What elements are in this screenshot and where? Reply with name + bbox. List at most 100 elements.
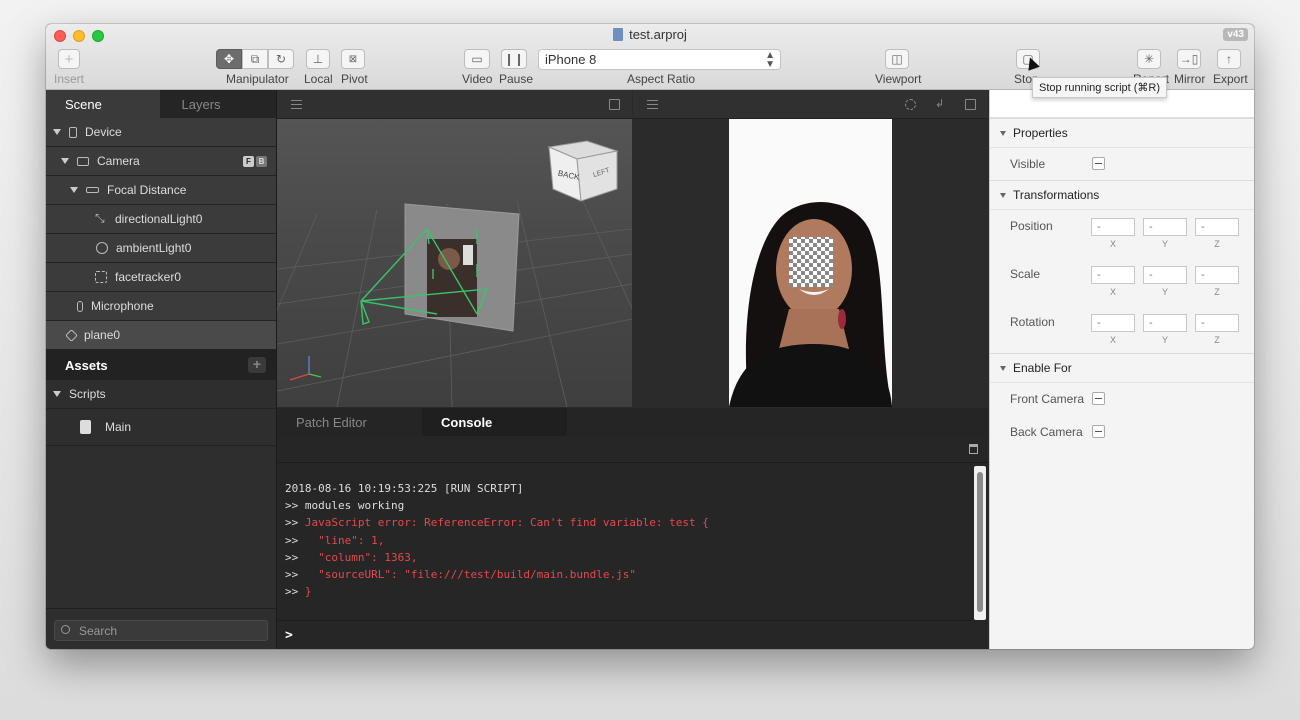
- microphone-icon: [77, 300, 83, 312]
- rotation-y-field[interactable]: -: [1143, 314, 1187, 332]
- scale-z-field[interactable]: -: [1195, 266, 1239, 284]
- scene-viewport[interactable]: BACK LEFT: [277, 119, 632, 407]
- directional-light-icon: ⤡: [95, 211, 105, 225]
- position-y-field[interactable]: -: [1143, 218, 1187, 236]
- log-line: 2018-08-16 10:19:53:225 [RUN SCRIPT]: [285, 482, 524, 495]
- aspect-ratio-label: Aspect Ratio: [627, 72, 696, 86]
- axis-y-label: Y: [1161, 287, 1168, 297]
- expand-icon[interactable]: [965, 99, 976, 110]
- search-input[interactable]: Search: [54, 620, 268, 641]
- video-label: Video: [462, 72, 493, 86]
- disclosure-triangle-icon: [53, 391, 61, 397]
- add-asset-button[interactable]: +: [248, 357, 266, 373]
- back-camera-label: Back Camera: [1010, 425, 1083, 439]
- enable-for-section-header[interactable]: Enable For: [990, 353, 1254, 383]
- mirror-button[interactable]: →▯: [1177, 49, 1201, 69]
- trash-icon[interactable]: [969, 444, 978, 454]
- rotation-label: Rotation: [1010, 315, 1055, 329]
- tree-item-device[interactable]: Device: [46, 118, 276, 147]
- viewport-button[interactable]: ◫: [885, 49, 909, 69]
- tree-item-scripts[interactable]: Scripts: [46, 380, 276, 409]
- log-line-error: >> "column": 1363,: [285, 550, 418, 564]
- rotate-tool-button[interactable]: ↻: [268, 49, 294, 69]
- refresh-icon[interactable]: [905, 99, 916, 110]
- disclosure-triangle-icon: [1000, 192, 1006, 198]
- back-camera-badge: B: [256, 156, 267, 167]
- tree-item-facetracker[interactable]: facetracker0: [46, 263, 276, 292]
- pivot-icon: ⊠: [348, 53, 358, 65]
- export-button[interactable]: ↑: [1217, 49, 1241, 69]
- video-button[interactable]: ▭: [464, 49, 490, 69]
- front-camera-badge: F: [243, 156, 254, 167]
- version-badge: v43: [1223, 28, 1248, 41]
- console-panel: 2018-08-16 10:19:53:225 [RUN SCRIPT] >> m…: [277, 436, 988, 649]
- log-line-error: >> "line": 1,: [285, 533, 385, 547]
- tree-item-camera[interactable]: Camera F B: [46, 147, 276, 176]
- rotation-z-field[interactable]: -: [1195, 314, 1239, 332]
- scene-grid: BACK LEFT: [277, 140, 632, 407]
- phone-icon: [69, 126, 77, 138]
- tree-item-plane[interactable]: plane0: [46, 321, 276, 350]
- tree-item-focal-distance[interactable]: Focal Distance: [46, 176, 276, 205]
- tab-scene[interactable]: Scene: [46, 90, 160, 118]
- position-z-field[interactable]: -: [1195, 218, 1239, 236]
- visible-checkbox[interactable]: [1092, 157, 1105, 170]
- tree-item-microphone[interactable]: Microphone: [46, 292, 276, 321]
- device-select[interactable]: iPhone 8 ▲ ▼: [538, 49, 781, 70]
- device-screen: [729, 119, 892, 407]
- scrollbar-thumb[interactable]: [977, 472, 983, 612]
- scale-x-field[interactable]: -: [1091, 266, 1135, 284]
- document-icon: [80, 420, 91, 434]
- pause-button[interactable]: ❙❙: [501, 49, 527, 69]
- console-scrollbar[interactable]: [974, 466, 986, 620]
- log-line-error: >> }: [285, 585, 312, 599]
- plane-icon: [65, 328, 78, 342]
- back-camera-checkbox[interactable]: [1092, 425, 1105, 438]
- axis-x-label: X: [1109, 287, 1116, 297]
- chevron-updown-icon: ▲ ▼: [765, 50, 775, 70]
- manipulator-label: Manipulator: [226, 72, 289, 86]
- transformations-section-header[interactable]: Transformations: [990, 180, 1254, 210]
- local-label: Local: [304, 72, 333, 86]
- scale-y-field[interactable]: -: [1143, 266, 1187, 284]
- console-input[interactable]: >: [285, 628, 293, 643]
- rotate-device-icon[interactable]: ↲: [935, 99, 946, 110]
- scale-label: Scale: [1010, 267, 1041, 281]
- tree-item-main-script[interactable]: Main: [46, 409, 276, 446]
- properties-section-header[interactable]: Properties: [990, 118, 1254, 148]
- menu-icon[interactable]: [647, 100, 658, 109]
- tab-layers[interactable]: Layers: [160, 90, 277, 118]
- export-label: Export: [1213, 72, 1248, 86]
- inspector-panel: Properties Visible Transformations Posit…: [989, 90, 1254, 649]
- simulator-preview[interactable]: [633, 119, 988, 407]
- pivot-button[interactable]: ⊠: [341, 49, 365, 69]
- disclosure-triangle-icon: [61, 158, 69, 164]
- rotate-icon: ↻: [275, 52, 287, 66]
- tab-console[interactable]: Console: [422, 408, 567, 436]
- scale-tool-button[interactable]: ⧉: [242, 49, 268, 69]
- ambient-light-icon: [96, 242, 108, 254]
- assets-header: Assets +: [46, 350, 276, 380]
- expand-icon[interactable]: [609, 99, 620, 110]
- position-label: Position: [1010, 219, 1053, 233]
- tab-patch-editor[interactable]: Patch Editor: [277, 408, 422, 436]
- move-tool-button[interactable]: ✥: [216, 49, 242, 69]
- stop-tooltip: Stop running script (⌘R): [1032, 77, 1168, 98]
- bug-icon: ✳: [1143, 52, 1155, 66]
- scene-viewport-header: [277, 90, 632, 119]
- local-button[interactable]: ⊥: [306, 49, 330, 69]
- viewport-label: Viewport: [875, 72, 922, 86]
- position-x-field[interactable]: -: [1091, 218, 1135, 236]
- tree-item-ambient-light[interactable]: ambientLight0: [46, 234, 276, 263]
- tree-item-directional-light[interactable]: ⤡ directionalLight0: [46, 205, 276, 234]
- mirror-icon: →▯: [1179, 52, 1199, 66]
- menu-icon[interactable]: [291, 100, 302, 109]
- report-button[interactable]: ✳: [1137, 49, 1161, 69]
- front-camera-checkbox[interactable]: [1092, 392, 1105, 405]
- rotation-x-field[interactable]: -: [1091, 314, 1135, 332]
- axis-z-label: Z: [1214, 239, 1220, 249]
- mirror-label: Mirror: [1174, 72, 1206, 86]
- local-axes-icon: ⊥: [312, 52, 324, 66]
- upload-icon: ↑: [1226, 52, 1232, 66]
- insert-button[interactable]: +: [58, 49, 80, 69]
